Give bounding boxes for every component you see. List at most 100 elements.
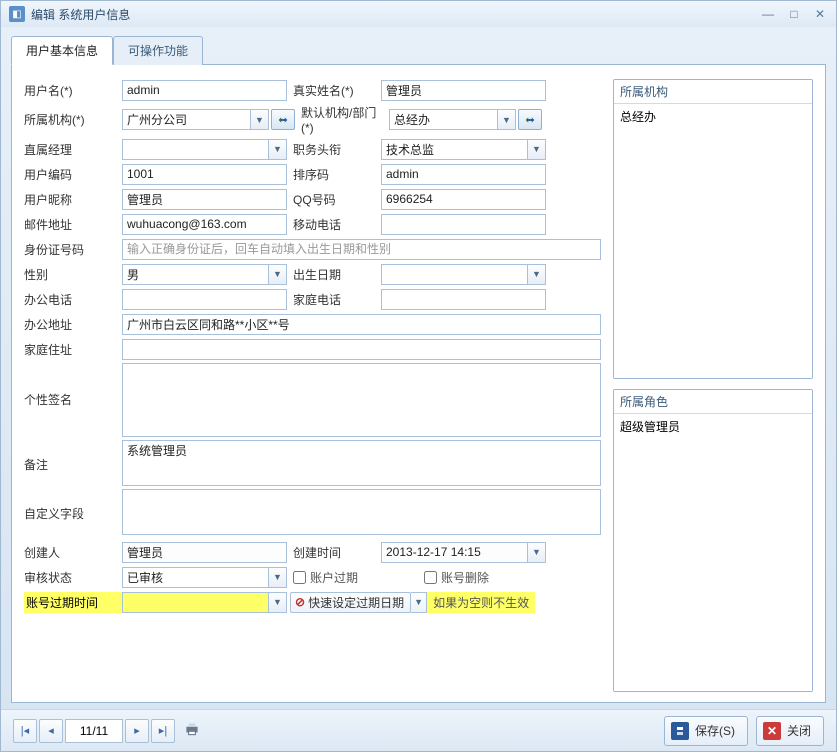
org-panel: 所属机构 总经办 — [613, 79, 813, 379]
manager-select[interactable] — [122, 139, 269, 160]
chevron-down-icon[interactable]: ▼ — [528, 542, 546, 563]
chevron-down-icon[interactable]: ▼ — [269, 592, 287, 613]
dept-lookup-button[interactable] — [518, 109, 542, 130]
app-icon: ◧ — [9, 6, 25, 22]
label-idcard: 身份证号码 — [24, 241, 122, 258]
account-expire-label: 账户过期 — [310, 569, 358, 586]
org-panel-title: 所属机构 — [614, 80, 812, 104]
chevron-down-icon[interactable]: ▼ — [498, 109, 516, 130]
label-manager: 直属经理 — [24, 141, 122, 158]
label-default-dept: 默认机构/部门(*) — [295, 104, 389, 135]
creator-input — [122, 542, 287, 563]
label-audit: 审核状态 — [24, 569, 122, 586]
label-office-phone: 办公电话 — [24, 291, 122, 308]
close-icon: ✕ — [763, 722, 781, 740]
role-panel-body: 超级管理员 — [614, 414, 812, 691]
account-delete-label: 账号删除 — [441, 569, 489, 586]
expire-note: 如果为空则不生效 — [427, 592, 535, 613]
close-button[interactable]: ✕ 关闭 — [756, 716, 824, 746]
maximize-button[interactable]: □ — [786, 7, 802, 21]
tab-operations[interactable]: 可操作功能 — [113, 36, 203, 65]
nav-page-indicator: 11/11 — [65, 719, 123, 743]
email-input[interactable] — [122, 214, 287, 235]
quick-expire-label: 快速设定过期日期 — [308, 594, 404, 611]
label-birthday: 出生日期 — [287, 266, 381, 283]
label-signature: 个性签名 — [24, 363, 122, 408]
tab-basic-info[interactable]: 用户基本信息 — [11, 36, 113, 65]
audit-select[interactable] — [122, 567, 269, 588]
label-creator: 创建人 — [24, 544, 122, 561]
save-button-label: 保存(S) — [695, 722, 735, 739]
label-home-phone: 家庭电话 — [287, 291, 381, 308]
label-title: 职务头衔 — [287, 141, 381, 158]
label-mobile: 移动电话 — [287, 216, 381, 233]
nav-last-button[interactable]: ▸| — [151, 719, 175, 743]
label-usercode: 用户编码 — [24, 166, 122, 183]
label-username: 用户名(*) — [24, 82, 122, 99]
stop-icon: ⊘ — [295, 595, 305, 609]
quick-expire-button[interactable]: ⊘ 快速设定过期日期 — [290, 592, 411, 613]
account-delete-checkbox[interactable]: 账号删除 — [424, 569, 489, 586]
nav-next-button[interactable]: ▸ — [125, 719, 149, 743]
label-office-addr: 办公地址 — [24, 316, 122, 333]
label-realname: 真实姓名(*) — [287, 82, 381, 99]
chevron-down-icon[interactable]: ▼ — [269, 139, 287, 160]
signature-textarea[interactable] — [122, 363, 601, 437]
account-expire-checkbox[interactable]: 账户过期 — [293, 569, 358, 586]
qq-input[interactable] — [381, 189, 546, 210]
realname-input[interactable] — [381, 80, 546, 101]
org-item[interactable]: 总经办 — [620, 108, 806, 125]
label-home-addr: 家庭住址 — [24, 341, 122, 358]
chevron-down-icon[interactable]: ▼ — [411, 592, 427, 613]
birthday-input[interactable] — [381, 264, 528, 285]
label-expire-time: 账号过期时间 — [24, 592, 122, 613]
label-create-time: 创建时间 — [287, 544, 381, 561]
remark-textarea[interactable]: 系统管理员 — [122, 440, 601, 486]
save-icon — [671, 722, 689, 740]
title-select[interactable] — [381, 139, 528, 160]
chevron-down-icon[interactable]: ▼ — [528, 264, 546, 285]
role-item[interactable]: 超级管理员 — [620, 418, 806, 435]
home-addr-input[interactable] — [122, 339, 601, 360]
expire-time-input[interactable] — [122, 592, 269, 613]
username-input[interactable] — [122, 80, 287, 101]
nav-prev-button[interactable]: ◂ — [39, 719, 63, 743]
label-org: 所属机构(*) — [24, 111, 122, 128]
chevron-down-icon[interactable]: ▼ — [269, 264, 287, 285]
gender-select[interactable] — [122, 264, 269, 285]
print-button[interactable] — [183, 720, 201, 741]
default-dept-select[interactable] — [389, 109, 498, 130]
nav-first-button[interactable]: |◂ — [13, 719, 37, 743]
label-qq: QQ号码 — [287, 191, 381, 208]
sortcode-input[interactable] — [381, 164, 546, 185]
chevron-down-icon[interactable]: ▼ — [528, 139, 546, 160]
custom-textarea[interactable] — [122, 489, 601, 535]
create-time-input — [381, 542, 528, 563]
role-panel: 所属角色 超级管理员 — [613, 389, 813, 692]
org-select[interactable] — [122, 109, 251, 130]
label-remark: 备注 — [24, 440, 122, 473]
home-phone-input[interactable] — [381, 289, 546, 310]
usercode-input[interactable] — [122, 164, 287, 185]
titlebar: ◧ 编辑 系统用户信息 — □ ✕ — [1, 1, 836, 27]
role-panel-title: 所属角色 — [614, 390, 812, 414]
org-panel-body: 总经办 — [614, 104, 812, 378]
window-title: 编辑 系统用户信息 — [31, 6, 760, 23]
nickname-input[interactable] — [122, 189, 287, 210]
close-window-button[interactable]: ✕ — [812, 7, 828, 21]
minimize-button[interactable]: — — [760, 7, 776, 21]
office-phone-input[interactable] — [122, 289, 287, 310]
mobile-input[interactable] — [381, 214, 546, 235]
label-sortcode: 排序码 — [287, 166, 381, 183]
label-email: 邮件地址 — [24, 216, 122, 233]
tabs: 用户基本信息 可操作功能 — [11, 35, 826, 65]
label-gender: 性别 — [24, 266, 122, 283]
org-lookup-button[interactable] — [271, 109, 295, 130]
save-button[interactable]: 保存(S) — [664, 716, 748, 746]
idcard-input[interactable] — [122, 239, 601, 260]
close-button-label: 关闭 — [787, 722, 811, 739]
office-addr-input[interactable] — [122, 314, 601, 335]
chevron-down-icon[interactable]: ▼ — [251, 109, 269, 130]
label-nickname: 用户昵称 — [24, 191, 122, 208]
chevron-down-icon[interactable]: ▼ — [269, 567, 287, 588]
